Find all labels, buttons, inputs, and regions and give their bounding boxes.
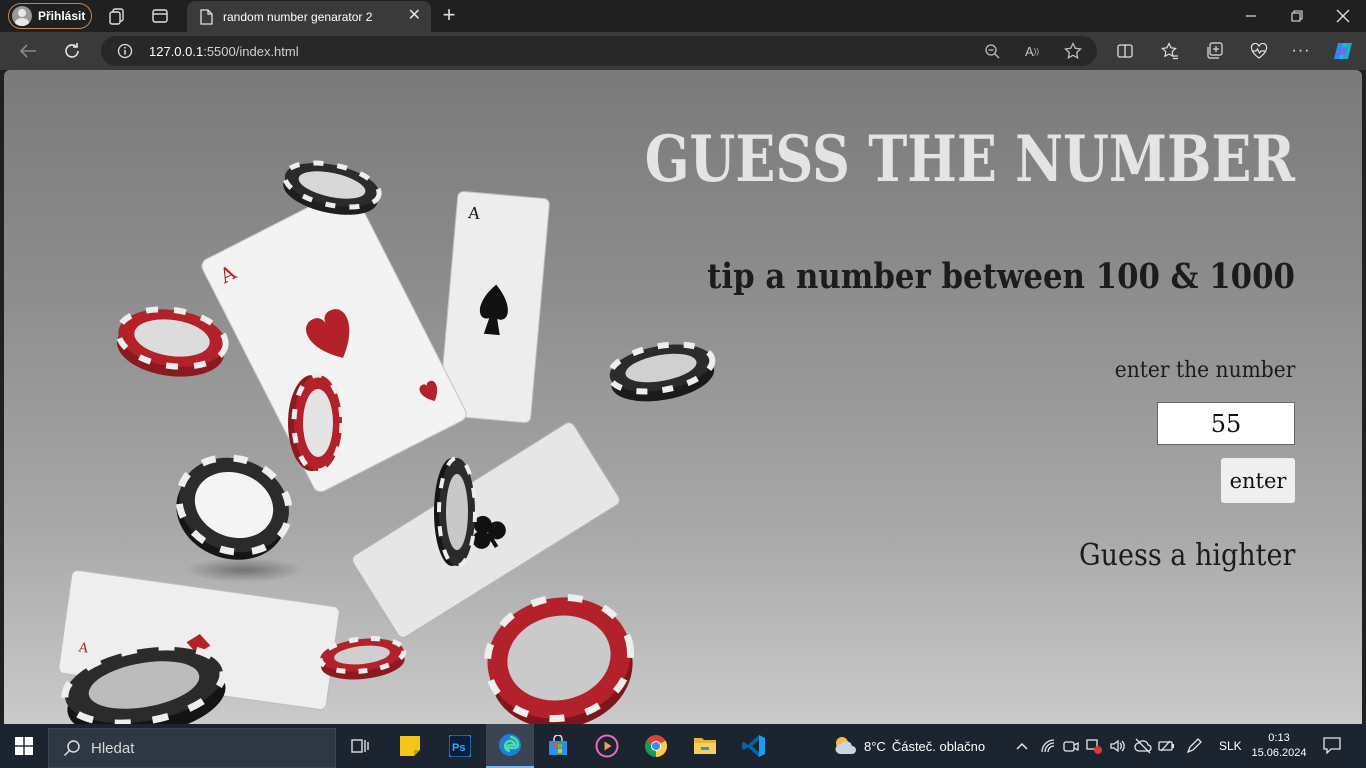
split-screen-icon[interactable] xyxy=(1114,40,1136,62)
cloud-offline-icon[interactable] xyxy=(1133,736,1153,756)
navigation-bar: 127.0.0.1:5500/index.html A)) ··· xyxy=(0,32,1366,70)
svg-text:A: A xyxy=(467,203,482,223)
browser-essentials-icon[interactable] xyxy=(1248,40,1270,62)
black-chip-right xyxy=(606,341,716,402)
clock[interactable]: 0:13 15.06.2024 xyxy=(1250,731,1308,761)
pen-icon[interactable] xyxy=(1184,736,1204,756)
file-explorer-icon[interactable] xyxy=(681,724,729,768)
sticky-notes-icon[interactable] xyxy=(386,724,434,768)
device-alert-icon[interactable] xyxy=(1084,736,1104,756)
weather-condition: Částeč. oblačno xyxy=(891,738,986,754)
store-icon[interactable] xyxy=(534,724,582,768)
red-chip-standing xyxy=(288,372,345,474)
copilot-icon[interactable] xyxy=(1332,40,1354,62)
partly-cloudy-icon xyxy=(835,737,856,754)
battery-icon[interactable] xyxy=(1157,736,1177,756)
tab-title: random number genarator 2 xyxy=(223,9,373,24)
page-icon xyxy=(200,8,213,25)
search-icon xyxy=(63,740,80,757)
workspaces-icon[interactable] xyxy=(108,6,128,26)
url-path: :5500/index.html xyxy=(203,44,299,59)
more-options-icon[interactable]: ··· xyxy=(1290,40,1312,62)
chrome-icon[interactable] xyxy=(632,724,680,768)
minimize-icon[interactable] xyxy=(1228,0,1274,32)
input-language[interactable]: SLK xyxy=(1219,739,1242,753)
new-tab-icon[interactable]: + xyxy=(438,4,460,27)
windows-logo-icon xyxy=(15,737,33,755)
favorites-icon[interactable] xyxy=(1159,40,1181,62)
result-message: Guess a highter xyxy=(1078,538,1295,573)
clock-time: 0:13 xyxy=(1268,732,1290,744)
notifications-icon[interactable] xyxy=(1322,736,1344,756)
task-view-icon[interactable] xyxy=(336,724,384,768)
enter-button[interactable]: enter xyxy=(1221,458,1295,503)
active-tab[interactable]: random number genarator 2 ✕ xyxy=(187,1,431,32)
photoshop-icon[interactable]: Ps xyxy=(436,724,484,768)
search-placeholder: Hledat xyxy=(91,739,135,757)
close-tab-icon[interactable]: ✕ xyxy=(408,8,421,24)
taskbar-search[interactable]: Hledat xyxy=(48,728,336,768)
taskbar: Hledat Ps 8°C Částeč. oblačno SLK 0:13 1… xyxy=(0,724,1366,768)
vscode-icon[interactable] xyxy=(730,724,778,768)
back-icon[interactable] xyxy=(17,40,39,62)
red-chip-large xyxy=(483,593,635,724)
close-window-icon[interactable] xyxy=(1320,0,1366,32)
tab-strip: Přihlásit random number genarator 2 ✕ + xyxy=(0,0,1366,32)
edge-icon[interactable] xyxy=(486,724,534,768)
read-aloud-icon[interactable]: A)) xyxy=(1022,41,1042,61)
number-input-label: enter the number xyxy=(1114,358,1295,383)
tab-actions-icon[interactable] xyxy=(150,6,170,26)
svg-text:Ps: Ps xyxy=(452,742,465,754)
red-chip-left xyxy=(115,306,229,377)
address-bar[interactable]: 127.0.0.1:5500/index.html A)) xyxy=(101,36,1097,66)
restore-icon[interactable] xyxy=(1274,0,1320,32)
cards-and-chips-illustration: A A A xyxy=(58,160,716,724)
avatar xyxy=(12,6,32,26)
number-input[interactable] xyxy=(1157,402,1295,445)
volume-icon[interactable] xyxy=(1108,736,1128,756)
show-hidden-icons-icon[interactable] xyxy=(1012,736,1032,756)
black-chip-standing xyxy=(434,456,477,568)
black-chip-top xyxy=(282,160,382,215)
weather-widget[interactable]: 8°C Částeč. oblačno xyxy=(832,734,985,758)
network-icon[interactable] xyxy=(1038,736,1058,756)
profile-button[interactable]: Přihlásit xyxy=(8,3,92,29)
start-button[interactable] xyxy=(0,724,48,768)
url-host: 127.0.0.1 xyxy=(149,44,204,59)
weather-temperature: 8°C xyxy=(864,738,886,754)
black-chip-center xyxy=(175,454,293,560)
favorite-star-icon[interactable] xyxy=(1063,41,1083,61)
camera-icon[interactable] xyxy=(1061,736,1081,756)
media-player-icon[interactable] xyxy=(583,724,631,768)
refresh-icon[interactable] xyxy=(61,40,83,62)
site-info-icon[interactable] xyxy=(115,41,135,61)
clock-date: 15.06.2024 xyxy=(1251,747,1307,759)
ace-of-spades-card: A xyxy=(438,190,550,424)
web-page: A A A GUESS THE NUMBER tip a number betw… xyxy=(4,70,1362,724)
url-text[interactable]: 127.0.0.1:5500/index.html xyxy=(149,44,299,59)
profile-label: Přihlásit xyxy=(38,9,86,23)
zoom-out-icon[interactable] xyxy=(982,41,1002,61)
range-instruction: tip a number between 100 & 1000 xyxy=(707,256,1295,297)
collections-icon[interactable] xyxy=(1204,40,1226,62)
page-title: GUESS THE NUMBER xyxy=(644,122,1295,197)
